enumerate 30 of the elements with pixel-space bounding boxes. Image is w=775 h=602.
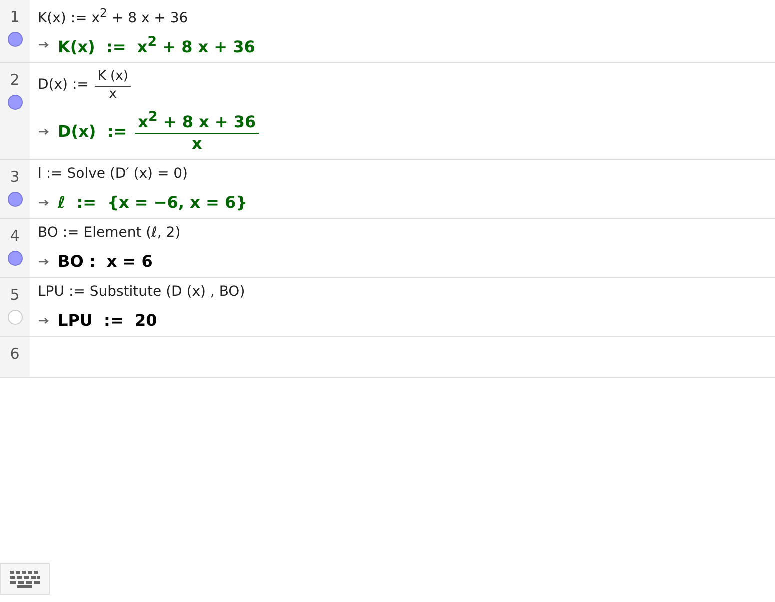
keyboard-icon <box>8 570 42 588</box>
visibility-toggle[interactable] <box>8 94 22 110</box>
input-expression[interactable]: K(x) := x$^{2}$ + 8 x + 36 <box>38 6 188 27</box>
output-expression: D(x) := <box>58 122 128 142</box>
row-number: 1 <box>10 8 20 26</box>
input-expression[interactable]: BO := Element (ℓ, 2) <box>38 225 181 242</box>
visibility-toggle[interactable] <box>8 32 22 47</box>
row-number: 6 <box>10 345 20 364</box>
row-number: 5 <box>10 286 20 304</box>
arrow-icon <box>38 316 50 325</box>
visibility-toggle[interactable] <box>8 192 22 208</box>
input-expression[interactable]: l := Solve (D′ (x) = 0) <box>38 166 188 182</box>
arrow-icon <box>38 128 50 136</box>
fraction: K (x) x <box>94 68 132 102</box>
output-expression: K(x) := x$^{2}$ + 8 x + 36 <box>58 34 256 56</box>
output-expression: BO : x = 6 <box>58 252 153 272</box>
row-number: 3 <box>10 168 20 186</box>
arrow-icon <box>38 258 50 266</box>
arrow-icon <box>38 198 50 207</box>
arrow-icon <box>38 41 50 50</box>
row-number: 4 <box>10 227 20 246</box>
visibility-toggle[interactable] <box>8 251 22 266</box>
output-expression: LPU := 20 <box>58 311 158 330</box>
input-expression[interactable]: D(x) := <box>38 77 89 94</box>
output-expression: ℓ := {x = −6, x = 6} <box>58 193 248 212</box>
visibility-toggle[interactable] <box>8 310 22 326</box>
keyboard-button[interactable] <box>0 563 50 595</box>
row-number: 2 <box>10 70 20 89</box>
input-expression[interactable]: LPU := Substitute (D (x) , BO) <box>38 284 246 300</box>
fraction: x$^{2}$ + 8 x + 36 x <box>135 110 260 154</box>
